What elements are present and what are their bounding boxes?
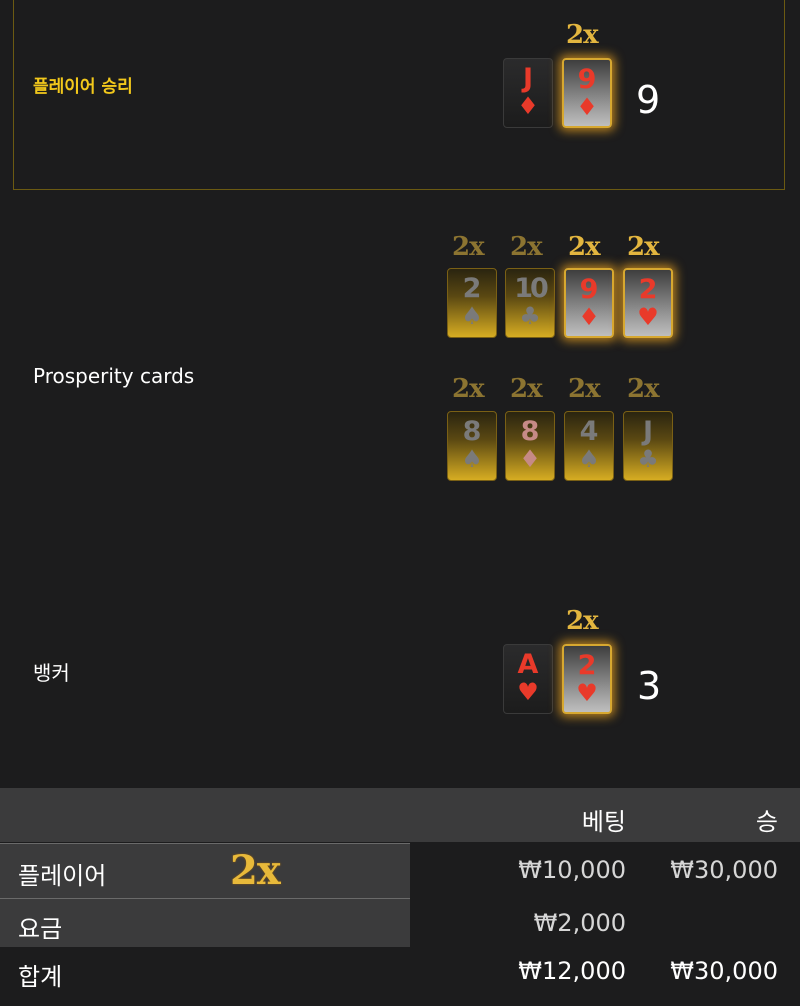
spade-suit-icon: ♠ <box>578 445 600 473</box>
fee-label: 요금 <box>18 915 63 943</box>
card-rank: 9 <box>579 274 599 305</box>
player-card-2-multiplier: 2x <box>566 20 599 50</box>
prosperity-r1c2-multiplier: 2x <box>510 232 543 262</box>
player-row-label: 플레이어 승리 <box>33 77 133 97</box>
prosperity-card-r1c2: 10 ♣ <box>505 268 555 338</box>
win-column-header: 승 <box>755 808 778 836</box>
banker-card-1: A ♥ <box>503 644 553 714</box>
prosperity-card-r2c4: J ♣ <box>623 411 673 481</box>
table-row: 요금 ₩2,000 <box>0 899 800 947</box>
club-suit-icon: ♣ <box>519 302 541 330</box>
table-row: 합계 ₩12,000 ₩30,000 <box>0 947 800 1006</box>
player-score: 9 <box>636 78 661 122</box>
player-bet-multiplier: 2x <box>230 847 281 894</box>
spade-suit-icon: ♠ <box>461 445 483 473</box>
banker-score: 3 <box>637 664 662 708</box>
prosperity-r1c4-multiplier: 2x <box>627 232 660 262</box>
prosperity-r1c1-multiplier: 2x <box>452 232 485 262</box>
heart-suit-icon: ♥ <box>576 679 598 707</box>
total-win-amount: ₩30,000 <box>670 957 778 985</box>
fee-amount: ₩2,000 <box>533 909 626 937</box>
player-bet-amount: ₩10,000 <box>518 856 626 884</box>
card-rank: 8 <box>520 416 540 447</box>
card-rank: 9 <box>577 64 597 95</box>
card-rank: 4 <box>579 416 599 447</box>
player-card-2: 9 ♦ <box>562 58 612 128</box>
prosperity-card-r2c3: 4 ♠ <box>564 411 614 481</box>
table-header: 베팅 승 <box>0 788 800 842</box>
card-rank: 2 <box>638 274 658 305</box>
player-card-1: J ♦ <box>503 58 553 128</box>
card-rank: J <box>522 63 534 94</box>
prosperity-card-r1c4: 2 ♥ <box>623 268 673 338</box>
prosperity-r2c3-multiplier: 2x <box>568 374 601 404</box>
prosperity-r1c3-multiplier: 2x <box>568 232 601 262</box>
diamond-suit-icon: ♦ <box>576 93 598 121</box>
spade-suit-icon: ♠ <box>461 302 483 330</box>
prosperity-r2c2-multiplier: 2x <box>510 374 543 404</box>
diamond-suit-icon: ♦ <box>519 445 541 473</box>
player-win-amount: ₩30,000 <box>670 856 778 884</box>
banker-card-2-multiplier: 2x <box>566 606 599 636</box>
card-rank: 10 <box>514 273 549 304</box>
heart-suit-icon: ♥ <box>637 303 659 331</box>
diamond-suit-icon: ♦ <box>578 303 600 331</box>
total-bet-amount: ₩12,000 <box>518 957 626 985</box>
total-label: 합계 <box>18 963 63 991</box>
banker-card-2: 2 ♥ <box>562 644 612 714</box>
table-row: 플레이어 2x ₩10,000 ₩30,000 <box>0 843 800 899</box>
card-rank: A <box>517 649 539 680</box>
bet-column-header: 베팅 <box>581 808 626 836</box>
prosperity-card-r2c1: 8 ♠ <box>447 411 497 481</box>
card-rank: 8 <box>462 416 482 447</box>
prosperity-card-r2c2: 8 ♦ <box>505 411 555 481</box>
prosperity-r2c1-multiplier: 2x <box>452 374 485 404</box>
diamond-suit-icon: ♦ <box>517 92 539 120</box>
prosperity-r2c4-multiplier: 2x <box>627 374 660 404</box>
card-rank: J <box>642 416 654 447</box>
bet-summary-table: 베팅 승 플레이어 2x ₩10,000 ₩30,000 요금 ₩2,000 합… <box>0 788 800 1006</box>
prosperity-card-r1c1: 2 ♠ <box>447 268 497 338</box>
prosperity-card-r1c3: 9 ♦ <box>564 268 614 338</box>
card-rank: 2 <box>577 650 597 681</box>
player-bet-label: 플레이어 <box>18 862 107 890</box>
card-rank: 2 <box>462 273 482 304</box>
prosperity-row-label: Prosperity cards <box>33 364 195 388</box>
club-suit-icon: ♣ <box>637 445 659 473</box>
heart-suit-icon: ♥ <box>517 678 539 706</box>
banker-row-label: 뱅커 <box>33 661 70 685</box>
